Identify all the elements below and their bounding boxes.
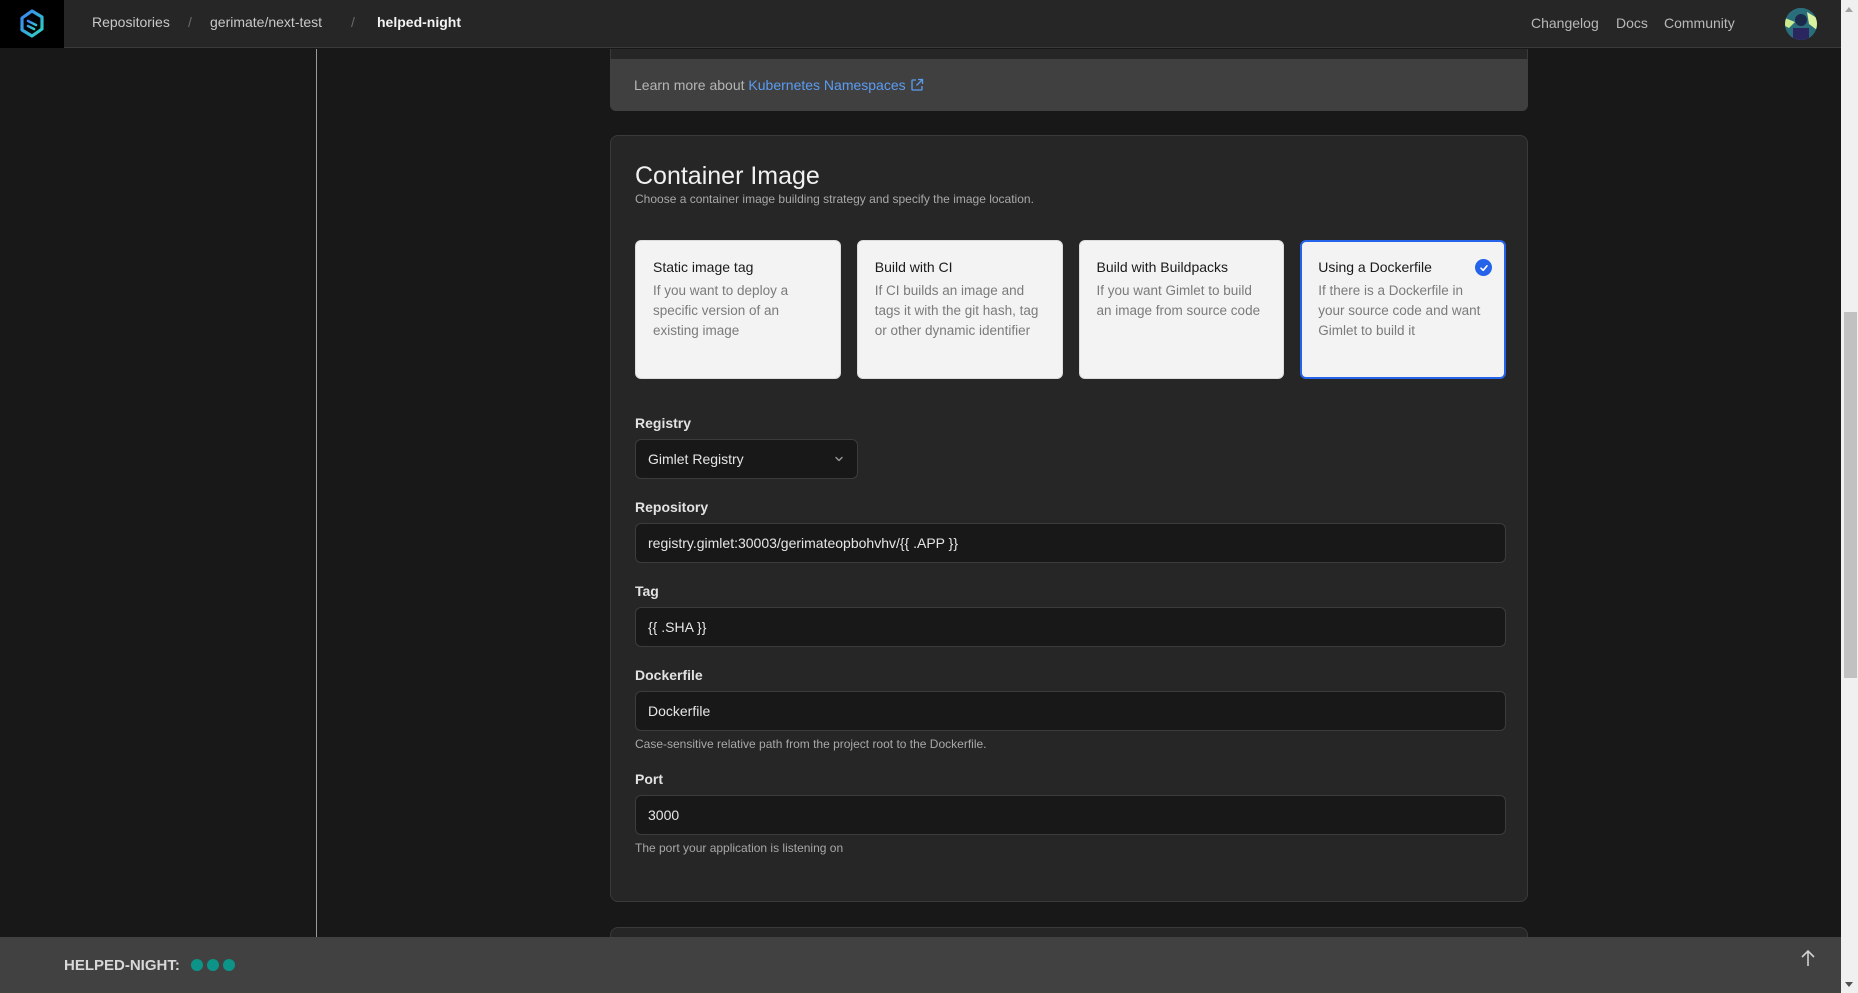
chevron-down-icon	[835, 456, 843, 462]
section-subtitle: Choose a container image building strate…	[635, 192, 1034, 206]
registry-select[interactable]: Gimlet Registry	[635, 439, 858, 479]
env-status-footer: HELPED-NIGHT:	[0, 937, 1841, 993]
avatar-image-icon	[1785, 8, 1817, 40]
option-title: Build with CI	[874, 259, 953, 275]
option-description: If you want to deploy a specific version…	[653, 283, 789, 338]
nav-docs[interactable]: Docs	[1616, 15, 1648, 31]
port-help-text: The port your application is listening o…	[635, 841, 844, 855]
status-dot	[207, 959, 219, 971]
status-dot	[191, 959, 203, 971]
link-label: Kubernetes Namespaces	[748, 77, 906, 93]
env-name-label: HELPED-NIGHT:	[64, 957, 180, 974]
user-avatar[interactable]	[1785, 8, 1817, 40]
tag-input[interactable]	[635, 607, 1506, 647]
option-description: If you want Gimlet to build an image fro…	[1096, 283, 1261, 318]
repository-input[interactable]	[635, 523, 1506, 563]
kubernetes-namespaces-link[interactable]: Kubernetes Namespaces	[748, 77, 923, 93]
dockerfile-label: Dockerfile	[635, 667, 703, 683]
section-title: Container Image	[635, 162, 820, 190]
gimlet-logo-icon	[20, 9, 44, 38]
breadcrumb-separator: /	[188, 14, 192, 30]
scroll-down-arrow-icon[interactable]	[1845, 982, 1853, 987]
repository-label: Repository	[635, 499, 709, 515]
status-dot	[223, 959, 235, 971]
nav-changelog[interactable]: Changelog	[1531, 15, 1599, 31]
breadcrumb-repositories[interactable]: Repositories	[92, 14, 170, 30]
dockerfile-input[interactable]	[635, 691, 1506, 731]
page-scrollbar[interactable]	[1841, 0, 1858, 993]
check-circle-icon	[1475, 259, 1492, 276]
option-title: Build with Buildpacks	[1096, 259, 1229, 275]
dockerfile-help-text: Case-sensitive relative path from the pr…	[635, 737, 987, 751]
breadcrumb-separator: /	[351, 14, 355, 30]
option-title: Using a Dockerfile	[1318, 259, 1432, 275]
logo[interactable]	[0, 0, 64, 48]
learn-more-text: Learn more about	[634, 77, 745, 93]
breadcrumb-current[interactable]: helped-night	[377, 14, 461, 30]
port-input[interactable]	[635, 795, 1506, 835]
option-using-dockerfile[interactable]: Using a Dockerfile If there is a Dockerf…	[1300, 240, 1506, 379]
option-description: If there is a Dockerfile in your source …	[1318, 283, 1481, 338]
option-title: Static image tag	[653, 259, 754, 275]
registry-label: Registry	[635, 415, 692, 431]
tag-label: Tag	[635, 583, 659, 599]
nav-community[interactable]: Community	[1664, 15, 1735, 31]
top-nav-bar: Repositories / gerimate/next-test / help…	[0, 0, 1841, 48]
arrow-up-icon	[1801, 949, 1815, 966]
status-dots	[191, 959, 235, 971]
external-link-icon	[910, 78, 923, 91]
breadcrumb-repo[interactable]: gerimate/next-test	[210, 14, 322, 30]
scroll-up-arrow-icon[interactable]	[1845, 7, 1853, 12]
namespace-learn-more: Learn more about Kubernetes Namespaces	[610, 59, 1528, 111]
scroll-to-top-button[interactable]	[1800, 949, 1816, 972]
container-image-card: Container Image Choose a container image…	[610, 135, 1528, 902]
namespace-card-tail	[610, 49, 1528, 59]
scroll-thumb[interactable]	[1844, 312, 1857, 678]
option-description: If CI builds an image and tags it with t…	[874, 283, 1039, 338]
build-strategy-options: Static image tag If you want to deploy a…	[635, 240, 1506, 379]
port-label: Port	[635, 771, 663, 787]
option-build-with-ci[interactable]: Build with CI If CI builds an image and …	[856, 240, 1063, 379]
sidebar-divider	[316, 49, 317, 937]
option-static-image-tag[interactable]: Static image tag If you want to deploy a…	[635, 240, 841, 379]
option-build-with-buildpacks[interactable]: Build with Buildpacks If you want Gimlet…	[1078, 240, 1285, 379]
registry-selected-value: Gimlet Registry	[648, 451, 744, 467]
